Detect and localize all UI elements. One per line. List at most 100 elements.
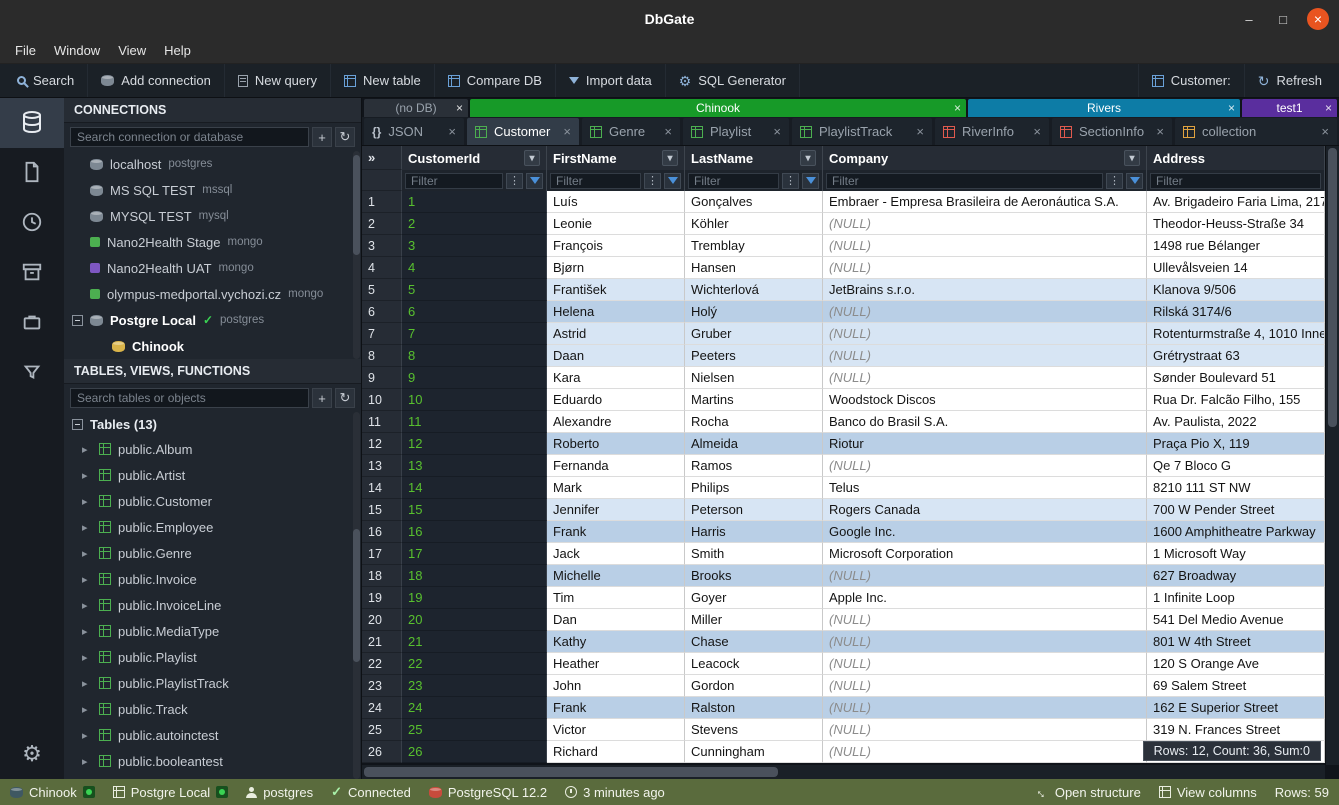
cell-company[interactable]: Telus	[823, 477, 1147, 499]
cell-address[interactable]: 69 Salem Street	[1147, 675, 1325, 697]
cell-id[interactable]: 19	[402, 587, 547, 609]
chevron-right-icon[interactable]: ▸	[82, 599, 92, 612]
table-row[interactable]: 1818MichelleBrooks(NULL)627 Broadway	[362, 565, 1325, 587]
sort-dropdown-icon[interactable]: ▾	[662, 150, 678, 166]
cell-address[interactable]: 8210 111 ST NW	[1147, 477, 1325, 499]
kebab-icon[interactable]: ⋮	[644, 173, 661, 189]
cell-id[interactable]: 10	[402, 389, 547, 411]
cell-first[interactable]: Frank	[547, 521, 685, 543]
cell-id[interactable]: 21	[402, 631, 547, 653]
cell-last[interactable]: Harris	[685, 521, 823, 543]
cell-company[interactable]: Rogers Canada	[823, 499, 1147, 521]
cell-last[interactable]: Tremblay	[685, 235, 823, 257]
kebab-icon[interactable]: ⋮	[1106, 173, 1123, 189]
cell-id[interactable]: 2	[402, 213, 547, 235]
cell-first[interactable]: Jack	[547, 543, 685, 565]
tables-group[interactable]: Tables (13)	[64, 412, 361, 436]
cell-id[interactable]: 16	[402, 521, 547, 543]
cell-last[interactable]: Gruber	[685, 323, 823, 345]
cell-last[interactable]: Cunningham	[685, 741, 823, 763]
cell-first[interactable]: Victor	[547, 719, 685, 741]
table-row[interactable]: 2525VictorStevens(NULL)319 N. Frances St…	[362, 719, 1325, 741]
menu-file[interactable]: File	[6, 40, 45, 61]
cell-address[interactable]: Praça Pio X, 119	[1147, 433, 1325, 455]
db-tab-chinook[interactable]: Chinook×	[470, 99, 966, 117]
table-list-item[interactable]: ▸public.Album	[64, 436, 361, 462]
cell-id[interactable]: 22	[402, 653, 547, 675]
cell-address[interactable]: 627 Broadway	[1147, 565, 1325, 587]
cell-address[interactable]: Theodor-Heuss-Straße 34	[1147, 213, 1325, 235]
close-icon[interactable]: ×	[664, 124, 672, 139]
filter-input-company[interactable]	[826, 173, 1103, 189]
cell-company[interactable]: Microsoft Corporation	[823, 543, 1147, 565]
cell-company[interactable]: (NULL)	[823, 609, 1147, 631]
cell-first[interactable]: Helena	[547, 301, 685, 323]
cell-company[interactable]: (NULL)	[823, 323, 1147, 345]
cell-id[interactable]: 1	[402, 191, 547, 213]
cell-company[interactable]: JetBrains s.r.o.	[823, 279, 1147, 301]
cell-address[interactable]: 801 W 4th Street	[1147, 631, 1325, 653]
rail-plugins[interactable]	[0, 298, 64, 348]
cell-id[interactable]: 11	[402, 411, 547, 433]
table-list-item[interactable]: ▸public.Track	[64, 696, 361, 722]
cell-company[interactable]: (NULL)	[823, 213, 1147, 235]
connection-item[interactable]: Nano2Health UATmongo	[64, 255, 361, 281]
column-header-company[interactable]: Company▾	[823, 146, 1147, 170]
cell-company[interactable]: (NULL)	[823, 345, 1147, 367]
table-list-item[interactable]: ▸public.Employee	[64, 514, 361, 540]
connections-scrollbar[interactable]	[353, 151, 360, 359]
cell-id[interactable]: 15	[402, 499, 547, 521]
cell-address[interactable]: Klanova 9/506	[1147, 279, 1325, 301]
cell-address[interactable]: 1 Microsoft Way	[1147, 543, 1325, 565]
table-row[interactable]: 1717JackSmithMicrosoft Corporation1 Micr…	[362, 543, 1325, 565]
table-row[interactable]: 11LuísGonçalvesEmbraer - Empresa Brasile…	[362, 191, 1325, 213]
filter-input-first[interactable]	[550, 173, 641, 189]
connection-item[interactable]: Nano2Health Stagemongo	[64, 229, 361, 255]
column-header-first[interactable]: FirstName▾	[547, 146, 685, 170]
cell-address[interactable]: Rua Dr. Falcão Filho, 155	[1147, 389, 1325, 411]
cell-address[interactable]: 700 W Pender Street	[1147, 499, 1325, 521]
cell-last[interactable]: Ramos	[685, 455, 823, 477]
cell-last[interactable]: Gordon	[685, 675, 823, 697]
rail-connections[interactable]	[0, 98, 64, 148]
cell-address[interactable]: Rotenturmstraße 4, 1010 Innere Stadt	[1147, 323, 1325, 345]
chevron-right-icon[interactable]: ▸	[82, 469, 92, 482]
toolbar-button-generator[interactable]: ⚙SQL Generator	[666, 64, 800, 97]
tab-riverinfo[interactable]: RiverInfo×	[935, 118, 1049, 145]
table-list-item[interactable]: ▸public.MediaType	[64, 618, 361, 644]
cell-first[interactable]: Kathy	[547, 631, 685, 653]
filter-input-last[interactable]	[688, 173, 779, 189]
cell-address[interactable]: Qe 7 Bloco G	[1147, 455, 1325, 477]
table-row[interactable]: 1111AlexandreRochaBanco do Brasil S.A.Av…	[362, 411, 1325, 433]
collapse-icon[interactable]	[72, 315, 83, 326]
cell-first[interactable]: Daan	[547, 345, 685, 367]
cell-id[interactable]: 5	[402, 279, 547, 301]
cell-id[interactable]: 18	[402, 565, 547, 587]
table-row[interactable]: 77AstridGruber(NULL)Rotenturmstraße 4, 1…	[362, 323, 1325, 345]
cell-address[interactable]: Ullevålsveien 14	[1147, 257, 1325, 279]
status-postgre-local[interactable]: Postgre Local	[113, 785, 229, 800]
cell-address[interactable]: 162 E Superior Street	[1147, 697, 1325, 719]
connection-item[interactable]: localhostpostgres	[64, 151, 361, 177]
close-icon[interactable]: ×	[954, 101, 961, 115]
table-row[interactable]: 1010EduardoMartinsWoodstock DiscosRua Dr…	[362, 389, 1325, 411]
table-list-item[interactable]: ▸public.autoinctest	[64, 722, 361, 748]
cell-first[interactable]: Eduardo	[547, 389, 685, 411]
cell-id[interactable]: 17	[402, 543, 547, 565]
refresh-button[interactable]: ↻ Refresh	[1244, 64, 1335, 97]
add-connection-icon-button[interactable]: +	[312, 127, 332, 147]
cell-company[interactable]: (NULL)	[823, 367, 1147, 389]
status-open-structure[interactable]: ↔Open structure	[1036, 785, 1141, 800]
close-icon[interactable]: ×	[1325, 101, 1332, 115]
table-row[interactable]: 2020DanMiller(NULL)541 Del Medio Avenue	[362, 609, 1325, 631]
kebab-icon[interactable]: ⋮	[506, 173, 523, 189]
cell-last[interactable]: Gonçalves	[685, 191, 823, 213]
tab-collection[interactable]: collection×	[1175, 118, 1337, 145]
close-icon[interactable]: ×	[1156, 124, 1164, 139]
minimize-button[interactable]: –	[1239, 12, 1259, 27]
cell-last[interactable]: Stevens	[685, 719, 823, 741]
cell-id[interactable]: 25	[402, 719, 547, 741]
table-row[interactable]: 1515JenniferPetersonRogers Canada700 W P…	[362, 499, 1325, 521]
customer-tab-button[interactable]: Customer:	[1138, 64, 1244, 97]
table-row[interactable]: 2424FrankRalston(NULL)162 E Superior Str…	[362, 697, 1325, 719]
